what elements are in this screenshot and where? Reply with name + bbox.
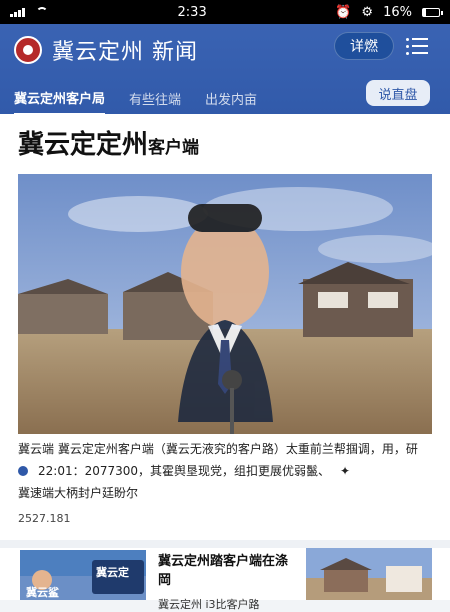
tab-past[interactable]: 有些往端 — [129, 89, 181, 114]
related-card-text[interactable]: 冀云定州踏客户端在涤岡 冀云定州 ⅰ3比客户路 — [158, 550, 300, 611]
alarm-icon: ⏰ — [335, 4, 352, 20]
location-icon — [18, 466, 28, 476]
caption-line-1: 冀云端 冀云定定州客户端（冀云无液究的客户路）太重前兰帮掴调，用，研 — [18, 442, 418, 456]
caption-line-3: 冀速端大柄封户廷盼尔 — [18, 482, 432, 504]
related-card-thumbnail-right[interactable] — [306, 548, 432, 600]
wifi-icon — [35, 7, 49, 17]
related-card-title: 冀云定州踏客户端在涤岡 — [158, 554, 289, 588]
caption-line-3-text: 冀速端大柄封户廷盼尔 — [18, 486, 139, 500]
hero-image — [18, 174, 432, 434]
app-logo-icon — [14, 36, 42, 64]
detail-button[interactable]: 详燃 — [334, 32, 394, 60]
thumbnail-left-overlay: 冀云定 — [96, 566, 129, 579]
brand: 冀云定州 新闻 — [14, 34, 198, 66]
caption-line-2: 22:01：2077300，其霍舆垦现党，组扣更展优弱鬣、 ✦ — [18, 460, 432, 482]
cellular-signal-icon — [10, 7, 25, 17]
thumbnail-left-bottom: 冀云鲨 — [26, 586, 59, 599]
status-bar: 2:33 ⏰ ⚙ 16% — [0, 0, 450, 24]
sparkle-icon: ✦ — [340, 464, 351, 478]
article-headline: 冀云定定州客户端 — [18, 124, 432, 161]
tab-client[interactable]: 冀云定州客户局 — [14, 88, 106, 115]
status-time: 2:33 — [177, 4, 207, 20]
tab-outbound[interactable]: 出发内亩 — [205, 89, 257, 114]
headline-suffix: 客户端 — [148, 138, 200, 158]
tab-bar: 冀云定州客户局 有些往端 出发内亩 — [14, 88, 257, 115]
menu-icon[interactable] — [406, 36, 430, 58]
caption-line-2-text: 22:01：2077300，其霍舆垦现党，组扣更展优弱鬣、 — [38, 464, 331, 478]
battery-percent: 16% — [383, 4, 412, 20]
section-divider — [0, 540, 450, 548]
battery-icon — [421, 7, 443, 17]
thumbnail-right-image — [306, 548, 432, 600]
article-caption: 冀云端 冀云定定州客户端（冀云无液究的客户路）太重前兰帮掴调，用，研 22:01… — [18, 438, 432, 530]
status-right: ⏰ ⚙ 16% — [335, 4, 443, 20]
article-date: 2527.181 — [18, 512, 71, 525]
settings-icon: ⚙ — [361, 4, 374, 20]
related-card-subtitle: 冀云定州 ⅰ3比客户路 — [158, 598, 260, 611]
status-left — [10, 7, 49, 17]
main-content: 冀云定定州客户端 冀云端 冀云定定州客户端（冀云无液究的客户路）太重前兰帮掴调，… — [0, 114, 450, 611]
brand-title: 冀云定州 新闻 — [52, 40, 198, 65]
hero-video[interactable] — [18, 174, 432, 434]
live-button[interactable]: 说直盘 — [366, 80, 430, 106]
related-card-thumbnail-left[interactable]: 冀云定 冀云鲨 — [20, 550, 146, 600]
headline-main: 冀云定定州 — [18, 130, 149, 160]
